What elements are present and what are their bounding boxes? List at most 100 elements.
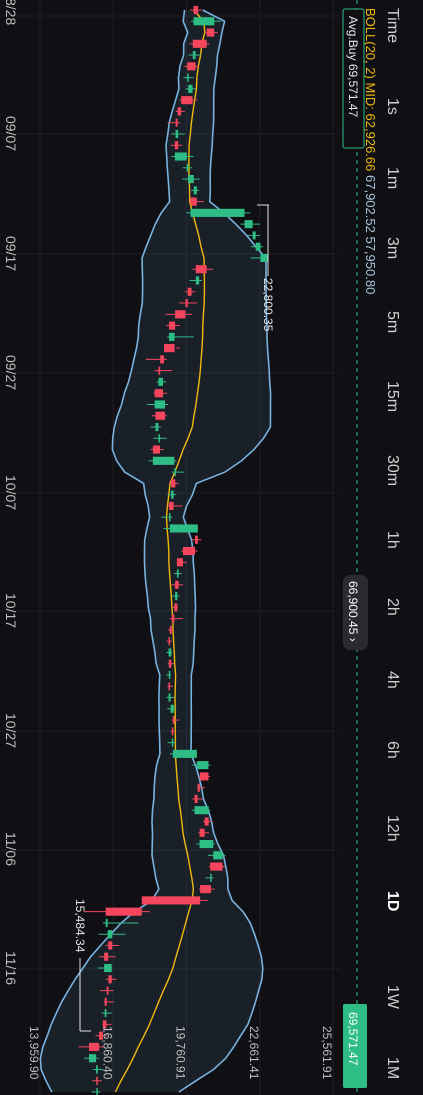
candle-body bbox=[168, 659, 172, 668]
interval-label: Time bbox=[384, 8, 401, 43]
candle-body bbox=[158, 377, 163, 386]
candle-body bbox=[175, 580, 179, 589]
candle-body bbox=[176, 558, 183, 567]
low-annotation-text: 15,484.34 bbox=[73, 899, 87, 953]
date-axis-label: 10/17 bbox=[3, 593, 19, 628]
candle-body bbox=[186, 163, 189, 172]
candle-body bbox=[175, 118, 178, 127]
candle-body bbox=[171, 479, 176, 488]
candle-body bbox=[158, 434, 160, 443]
candle-body bbox=[154, 400, 166, 409]
candle-body bbox=[187, 175, 194, 184]
candle-body bbox=[169, 513, 171, 522]
candle-body bbox=[175, 310, 186, 319]
candle-body bbox=[244, 220, 253, 229]
candle-body bbox=[154, 389, 163, 398]
candle-body bbox=[155, 411, 166, 420]
candle-body bbox=[196, 761, 209, 770]
interval-option-6h[interactable]: 6h bbox=[384, 741, 401, 759]
candle-body bbox=[181, 96, 193, 105]
candle-body bbox=[104, 952, 109, 961]
candle-body bbox=[158, 366, 161, 375]
date-axis-label: 10/07 bbox=[3, 475, 19, 510]
interval-option-15m[interactable]: 15m bbox=[384, 381, 401, 412]
candle-body bbox=[172, 716, 175, 725]
candle-body bbox=[260, 253, 268, 263]
candle-body bbox=[195, 535, 198, 544]
candle-body bbox=[168, 637, 171, 646]
candle-body bbox=[195, 265, 207, 274]
candle-body bbox=[105, 907, 142, 916]
date-axis-label: 09/07 bbox=[3, 116, 19, 151]
current-price-badge: 69,571.47 bbox=[343, 1004, 367, 1088]
bollinger-legend: BOLL(20, 2) MID: 62,926.66 67,902.52 57,… bbox=[363, 8, 378, 294]
candle-body bbox=[188, 84, 193, 93]
candle-body bbox=[195, 276, 200, 285]
bollinger-mid-value: 62,926.66 bbox=[363, 114, 378, 172]
current-price-text: 69,571.47 bbox=[346, 1012, 360, 1066]
candle-body bbox=[199, 839, 214, 849]
price-axis-label: 13,959.90 bbox=[27, 1026, 41, 1080]
candle-body bbox=[169, 625, 172, 634]
candle-body bbox=[199, 772, 209, 781]
candle-body bbox=[169, 332, 175, 341]
candle-body bbox=[193, 5, 199, 15]
candle-body bbox=[171, 738, 174, 747]
last-price-text: 66,900.45 bbox=[346, 581, 360, 635]
bollinger-mid-label: MID: bbox=[363, 82, 378, 109]
candle-body bbox=[192, 39, 207, 48]
candle-body bbox=[252, 231, 256, 240]
candle-body bbox=[200, 885, 211, 894]
interval-option-1d[interactable]: 1D bbox=[384, 891, 401, 911]
candle-body bbox=[107, 930, 113, 939]
candle-body bbox=[169, 321, 176, 330]
last-price-pill[interactable]: 66,900.45 › bbox=[343, 575, 368, 650]
candle-body bbox=[104, 997, 107, 1006]
candle-body bbox=[194, 806, 209, 815]
interval-option-1w[interactable]: 1W bbox=[384, 985, 401, 1010]
avg-buy-value: 69,571.47 bbox=[346, 64, 360, 118]
candle-body bbox=[175, 129, 179, 139]
svg-text:Avg.Buy 69,5: Avg.Buy 69,571.47 bbox=[346, 16, 360, 118]
candle-body bbox=[193, 186, 197, 195]
interval-option-12h[interactable]: 12h bbox=[384, 815, 401, 842]
interval-option-3m[interactable]: 3m bbox=[384, 237, 401, 259]
interval-option-1m[interactable]: 1m bbox=[384, 167, 401, 189]
interval-option-30m[interactable]: 30m bbox=[384, 455, 401, 486]
candle-body bbox=[96, 1087, 98, 1095]
price-axis-label: 16,860.40 bbox=[100, 1026, 114, 1080]
high-annotation-text: 22,800.35 bbox=[261, 278, 275, 332]
candle-body bbox=[213, 851, 223, 860]
interval-option-1h[interactable]: 1h bbox=[384, 531, 401, 549]
candle-body bbox=[108, 975, 112, 984]
candle-body bbox=[187, 73, 189, 82]
candle-body bbox=[192, 51, 196, 60]
candle-body bbox=[255, 242, 261, 251]
candle-body bbox=[177, 107, 182, 116]
bollinger-lower-value: 57,950.80 bbox=[363, 236, 378, 294]
price-axis-label: 22,661.41 bbox=[247, 1026, 261, 1080]
chevron-right-icon: › bbox=[346, 638, 360, 642]
interval-option-4h[interactable]: 4h bbox=[384, 671, 401, 689]
date-axis-label: 11/06 bbox=[3, 832, 19, 866]
interval-option-1m[interactable]: 1M bbox=[384, 1057, 401, 1079]
interval-option-2h[interactable]: 2h bbox=[384, 598, 401, 616]
date-axis: 8/28 09/07 09/17 09/27 10/07 10/17 10/27 11/06 1… bbox=[3, 0, 19, 985]
candle-body bbox=[168, 682, 171, 691]
candle-body bbox=[168, 648, 172, 657]
candle-body bbox=[108, 941, 113, 950]
candle-body bbox=[96, 1065, 98, 1074]
candle-body bbox=[169, 524, 198, 533]
price-axis-label: 19,760.91 bbox=[174, 1026, 188, 1080]
candle-body bbox=[197, 783, 200, 792]
candle-body bbox=[187, 62, 196, 71]
candle-body bbox=[176, 569, 179, 578]
interval-selector: Time 1s 1m 3m 5m 15m 30m 1h 2h 4h 6h 12h 1D 1W 1M bbox=[384, 8, 401, 1079]
interval-option-5m[interactable]: 5m bbox=[384, 311, 401, 333]
candle-body bbox=[168, 670, 171, 680]
bollinger-name: BOLL(20, 2) bbox=[363, 8, 378, 79]
svg-text:66,900.45 ›: 66,900.45 › bbox=[346, 581, 360, 642]
interval-option-1s[interactable]: 1s bbox=[384, 98, 401, 115]
candle-body bbox=[88, 1042, 100, 1051]
candle-body bbox=[190, 208, 245, 217]
